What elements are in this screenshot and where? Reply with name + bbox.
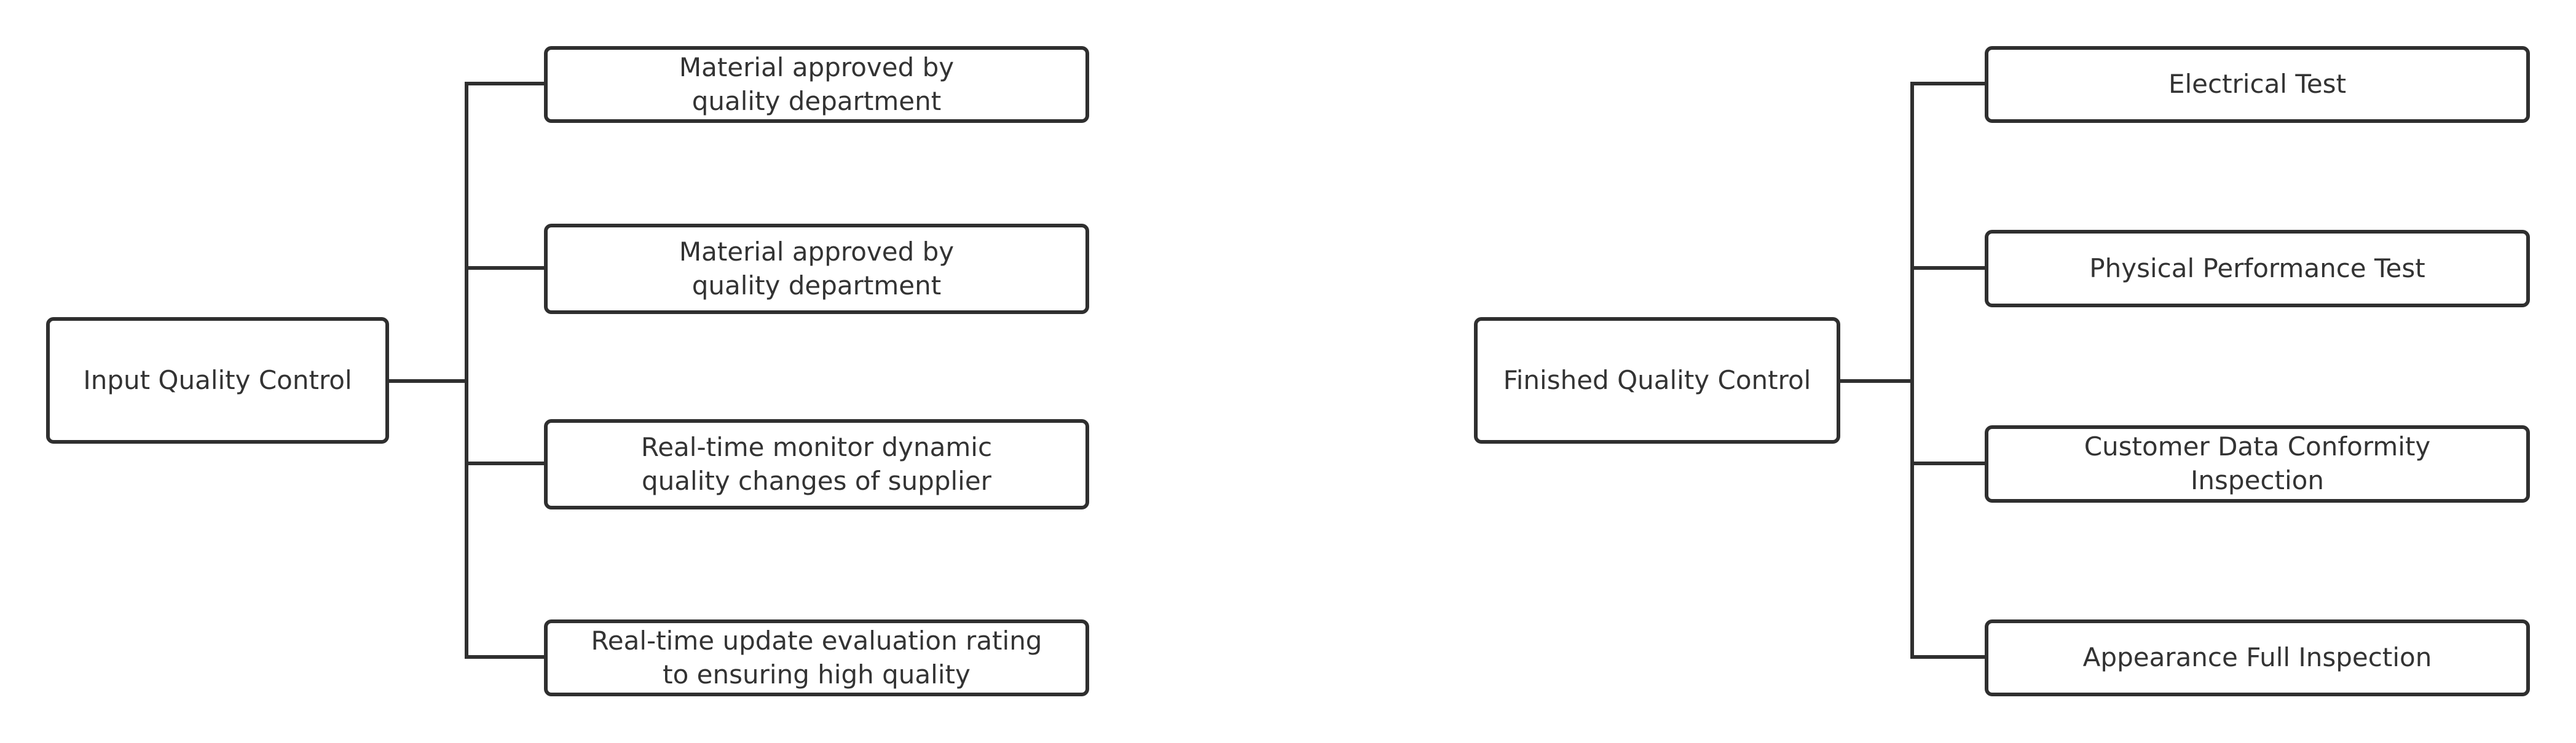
branch-right-1 <box>1910 82 1985 85</box>
branch-left-3 <box>465 462 545 465</box>
branch-left-4 <box>465 655 545 659</box>
child-node: Customer Data Conformity Inspection <box>1985 425 2530 503</box>
input-quality-control-node: Input Quality Control <box>46 317 389 444</box>
branch-left-1 <box>465 82 545 85</box>
child-node: Material approved by quality department <box>544 46 1089 123</box>
child-node: Material approved by quality department <box>544 224 1089 314</box>
child-node: Real-time update evaluation rating to en… <box>544 619 1089 696</box>
branch-right-2 <box>1910 266 1985 270</box>
trunk-right <box>1910 82 1914 659</box>
connector-root-right <box>1840 379 1914 383</box>
finished-quality-control-node: Finished Quality Control <box>1474 317 1840 444</box>
branch-right-3 <box>1910 462 1985 465</box>
child-node: Appearance Full Inspection <box>1985 619 2530 696</box>
child-node: Electrical Test <box>1985 46 2530 123</box>
child-node: Real-time monitor dynamic quality change… <box>544 419 1089 509</box>
trunk-left <box>465 82 468 659</box>
branch-right-4 <box>1910 655 1985 659</box>
child-node: Physical Performance Test <box>1985 230 2530 307</box>
branch-left-2 <box>465 266 545 270</box>
connector-root-left <box>389 379 468 383</box>
